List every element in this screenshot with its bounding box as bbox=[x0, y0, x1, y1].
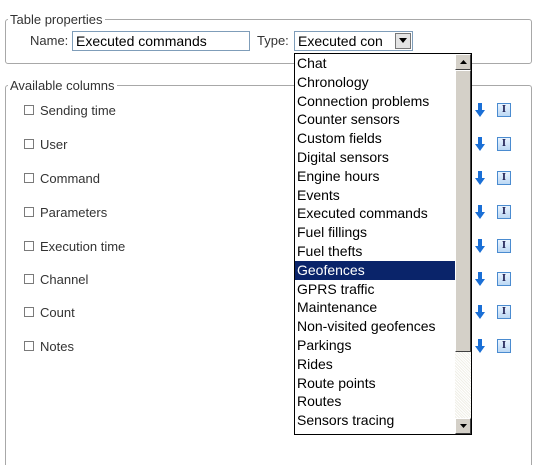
info-icon[interactable]: I bbox=[497, 339, 511, 353]
type-label: Type: bbox=[257, 33, 289, 48]
column-label: Parameters bbox=[40, 204, 108, 220]
move-down-arrow-icon[interactable] bbox=[475, 339, 485, 353]
name-input[interactable]: Executed commands bbox=[72, 31, 250, 51]
column-label: Count bbox=[40, 304, 75, 320]
type-option[interactable]: Routes bbox=[295, 392, 455, 411]
name-label: Name: bbox=[30, 33, 69, 48]
column-checkbox[interactable] bbox=[24, 307, 34, 317]
move-down-arrow-icon[interactable] bbox=[475, 272, 485, 286]
column-label: Command bbox=[40, 170, 100, 186]
move-down-arrow-icon[interactable] bbox=[475, 171, 485, 185]
move-down-arrow-icon[interactable] bbox=[475, 305, 485, 319]
column-row: Command bbox=[24, 169, 100, 187]
column-row-actions: I bbox=[475, 270, 511, 288]
column-checkbox[interactable] bbox=[24, 105, 34, 115]
type-option[interactable]: Parkings bbox=[295, 336, 455, 355]
type-option[interactable]: Geofences bbox=[295, 260, 455, 280]
column-row-actions: I bbox=[475, 169, 511, 187]
column-row-actions: I bbox=[475, 135, 511, 153]
move-down-arrow-icon[interactable] bbox=[475, 205, 485, 219]
column-label: Channel bbox=[40, 271, 89, 287]
type-select[interactable]: Executed con bbox=[294, 31, 413, 51]
type-options: Chat Chronology Connection problems Counter… bbox=[295, 54, 455, 430]
type-option[interactable]: GPRS traffic bbox=[295, 280, 455, 299]
column-row: User bbox=[24, 135, 67, 153]
column-checkbox[interactable] bbox=[24, 173, 34, 183]
type-option[interactable]: Executed commands bbox=[295, 204, 455, 223]
info-icon[interactable]: I bbox=[497, 305, 511, 319]
type-select-value: Executed con bbox=[298, 33, 383, 49]
scroll-thumb[interactable] bbox=[455, 70, 471, 352]
type-option[interactable]: Sensors tracing bbox=[295, 411, 455, 430]
type-option[interactable]: Fuel fillings bbox=[295, 223, 455, 242]
move-down-arrow-icon[interactable] bbox=[475, 137, 485, 151]
type-dropdown-list[interactable]: Chat Chronology Connection problems Counter… bbox=[294, 53, 472, 435]
column-row-actions: I bbox=[475, 203, 511, 221]
info-icon[interactable]: I bbox=[497, 171, 511, 185]
scroll-up-button[interactable] bbox=[455, 54, 471, 70]
column-checkbox[interactable] bbox=[24, 341, 34, 351]
column-row-actions: I bbox=[475, 101, 511, 119]
type-option[interactable]: Maintenance bbox=[295, 298, 455, 317]
dropdown-arrow-icon[interactable] bbox=[395, 33, 411, 49]
move-down-arrow-icon[interactable] bbox=[475, 239, 485, 253]
type-option[interactable]: Events bbox=[295, 186, 455, 205]
type-option[interactable]: Digital sensors bbox=[295, 148, 455, 167]
type-option[interactable]: Rides bbox=[295, 355, 455, 374]
type-option[interactable]: Route points bbox=[295, 374, 455, 393]
scroll-up-arrow-icon bbox=[459, 60, 467, 64]
type-option[interactable]: Custom fields bbox=[295, 129, 455, 148]
info-icon[interactable]: I bbox=[497, 205, 511, 219]
column-label: User bbox=[40, 136, 68, 152]
column-row: Count bbox=[24, 303, 75, 321]
column-row: Sending time bbox=[24, 101, 116, 119]
column-row-actions: I bbox=[475, 303, 511, 321]
table-properties-legend: Table properties bbox=[10, 12, 103, 27]
column-checkbox[interactable] bbox=[24, 241, 34, 251]
info-icon[interactable]: I bbox=[497, 272, 511, 286]
type-option[interactable]: Non-visited geofences bbox=[295, 317, 455, 336]
type-option[interactable]: Engine hours bbox=[295, 167, 455, 186]
info-icon[interactable]: I bbox=[497, 103, 511, 117]
column-checkbox[interactable] bbox=[24, 207, 34, 217]
type-option[interactable]: Fuel thefts bbox=[295, 242, 455, 261]
column-checkbox[interactable] bbox=[24, 139, 34, 149]
column-label: Execution time bbox=[40, 238, 126, 254]
available-columns-legend: Available columns bbox=[10, 78, 115, 93]
type-option[interactable]: Connection problems bbox=[295, 92, 455, 111]
column-row-actions: I bbox=[475, 237, 511, 255]
column-checkbox[interactable] bbox=[24, 274, 34, 284]
type-option[interactable]: Chronology bbox=[295, 73, 455, 92]
type-option[interactable]: Counter sensors bbox=[295, 110, 455, 129]
column-label: Notes bbox=[40, 338, 74, 354]
column-row: Parameters bbox=[24, 203, 107, 221]
move-down-arrow-icon[interactable] bbox=[475, 103, 485, 117]
info-icon[interactable]: I bbox=[497, 239, 511, 253]
type-option[interactable]: Chat bbox=[295, 54, 455, 73]
column-row-actions: I bbox=[475, 337, 511, 355]
scroll-down-arrow-icon bbox=[459, 424, 467, 428]
column-label: Sending time bbox=[40, 102, 116, 118]
column-row: Execution time bbox=[24, 237, 125, 255]
info-icon[interactable]: I bbox=[497, 137, 511, 151]
column-row: Notes bbox=[24, 337, 74, 355]
scroll-down-button[interactable] bbox=[455, 418, 471, 434]
column-row: Channel bbox=[24, 270, 88, 288]
dropdown-scrollbar[interactable] bbox=[455, 54, 471, 434]
